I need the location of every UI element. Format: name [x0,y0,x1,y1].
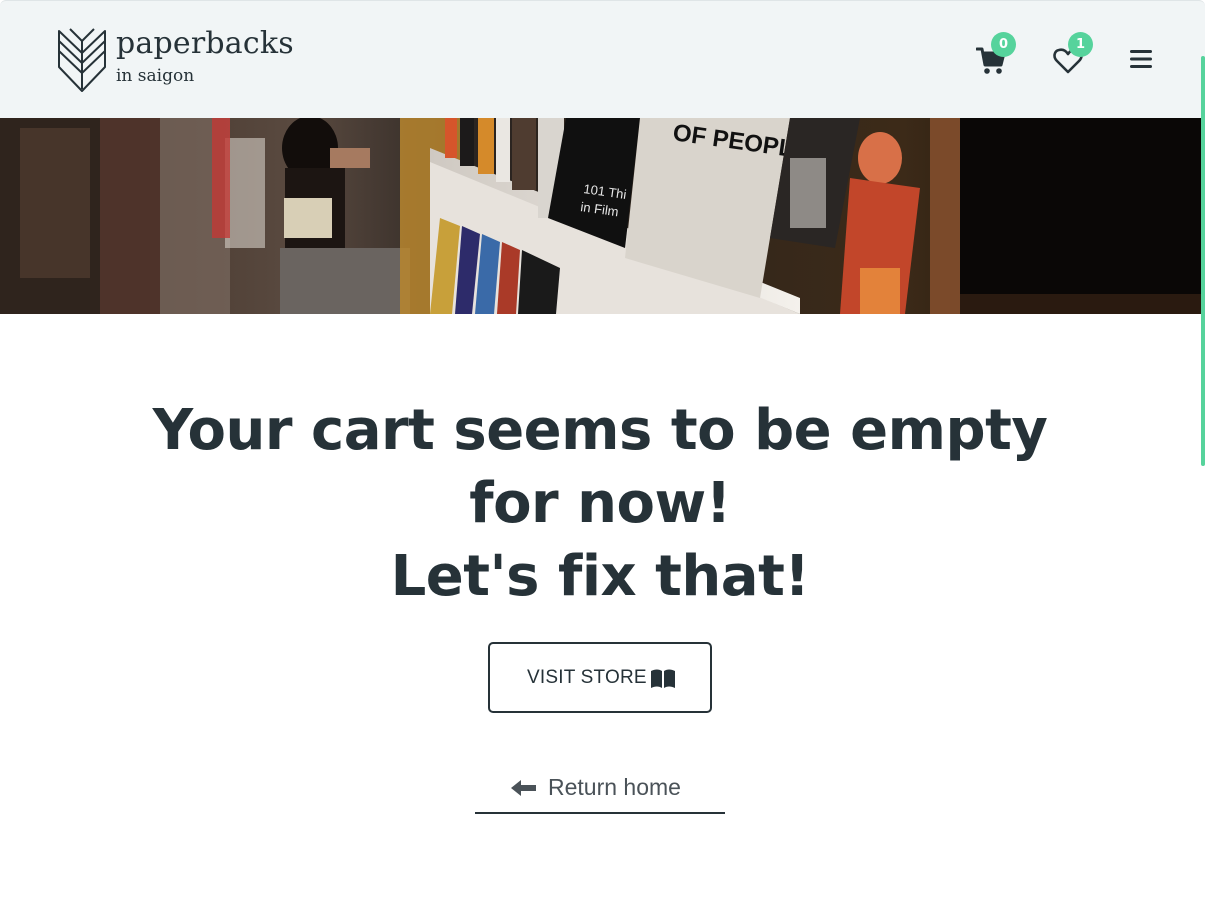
visit-store-label: VISIT STORE [527,667,647,688]
visit-store-button[interactable]: VISIT STORE [488,642,712,713]
hamburger-menu-icon [1130,50,1152,68]
hero-banner-image: 101 Thi in Film OF PEOPLI [0,118,1203,314]
menu-button[interactable] [1124,41,1164,81]
book-logo-icon [58,28,106,92]
empty-cart-heading: Your cart seems to be empty for now! Let… [100,394,1100,613]
logo-link[interactable]: paperbacks in saigon [56,25,316,95]
page: paperbacks in saigon 0 1 101 Thi in Film… [0,0,1205,913]
wishlist-count-badge: 1 [1068,32,1093,57]
return-home-label: Return home [548,774,681,800]
logo-name: paperbacks [116,26,294,61]
open-book-icon [651,669,675,688]
empty-cart-heading-line1: Your cart seems to be empty for now! [152,398,1048,536]
arrow-left-icon [511,780,536,796]
scrollbar-thumb[interactable] [1201,56,1205,466]
cart-count-badge: 0 [991,32,1016,57]
return-home-link[interactable]: Return home [475,770,725,814]
site-header: paperbacks in saigon 0 1 [0,0,1205,118]
logo-subtitle: in saigon [116,66,195,86]
empty-cart-heading-line2: Let's fix that! [390,544,810,609]
